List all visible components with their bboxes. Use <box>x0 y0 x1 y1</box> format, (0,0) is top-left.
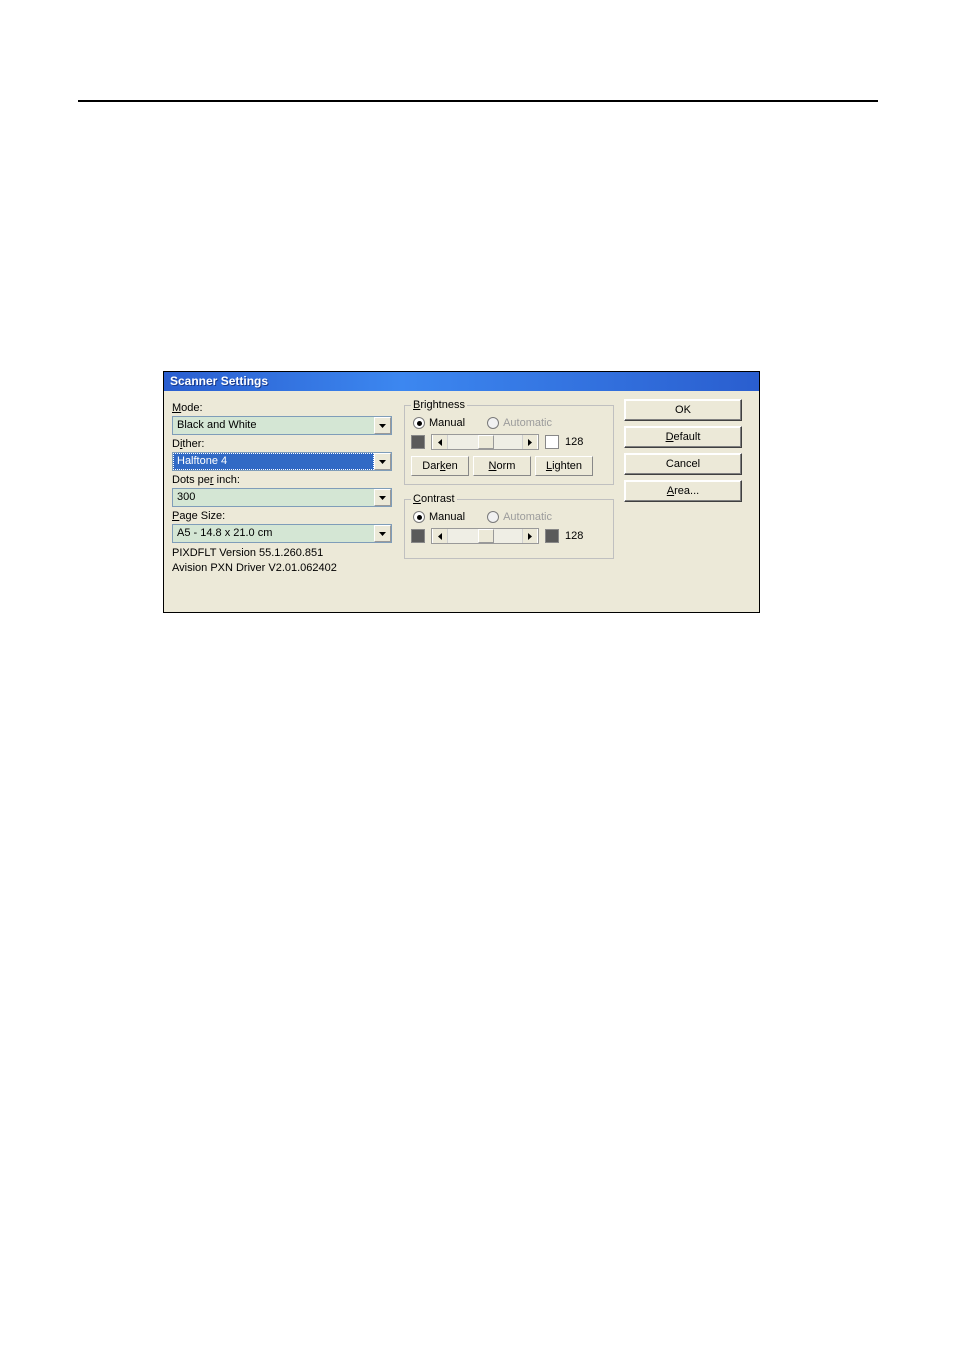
contrast-group: Contrast Manual Automatic <box>404 493 614 559</box>
radio-icon <box>413 511 425 523</box>
dither-combo[interactable]: Halftone 4 <box>172 452 392 471</box>
page-size-value: A5 - 14.8 x 21.0 cm <box>173 525 374 542</box>
dark-swatch-icon <box>411 435 425 449</box>
chevron-down-icon[interactable] <box>374 417 391 434</box>
area-button[interactable]: Area... <box>624 480 742 502</box>
contrast-legend: Contrast <box>411 493 457 505</box>
chevron-down-icon[interactable] <box>374 489 391 506</box>
cancel-button[interactable]: Cancel <box>624 453 742 475</box>
brightness-manual-radio[interactable]: Manual <box>413 417 465 429</box>
ok-button[interactable]: OK <box>624 399 742 421</box>
version-line-1: PIXDFLT Version 55.1.260.851 <box>172 546 394 561</box>
radio-icon <box>487 511 499 523</box>
scroll-left-icon[interactable] <box>432 529 448 543</box>
brightness-legend: Brightness <box>411 399 467 411</box>
brightness-value: 128 <box>565 436 583 448</box>
default-button[interactable]: Default <box>624 426 742 448</box>
contrast-slider-row: 128 <box>411 528 607 544</box>
dpi-label: Dots per inch: <box>172 474 394 486</box>
radio-icon <box>487 417 499 429</box>
page-size-combo[interactable]: A5 - 14.8 x 21.0 cm <box>172 524 392 543</box>
scanner-settings-dialog: Scanner Settings MMode:ode: Black and Wh… <box>163 371 760 613</box>
contrast-slider[interactable] <box>431 528 539 544</box>
darken-button[interactable]: Darken <box>411 456 469 476</box>
contrast-radio-row: Manual Automatic <box>413 511 607 523</box>
window-title: Scanner Settings <box>170 374 268 388</box>
dialog-client-area: MMode:ode: Black and White Dither: Halft… <box>164 391 759 612</box>
middle-column: Brightness Manual Automatic <box>404 399 614 606</box>
slider-track[interactable] <box>448 435 522 449</box>
brightness-button-row: Darken Norm Lighten <box>411 456 607 476</box>
dither-label: Dither: <box>172 438 394 450</box>
dark-swatch-icon <box>411 529 425 543</box>
page-size-label: Page Size: <box>172 510 394 522</box>
dpi-combo[interactable]: 300 <box>172 488 392 507</box>
brightness-group: Brightness Manual Automatic <box>404 399 614 485</box>
scroll-right-icon[interactable] <box>522 529 538 543</box>
dpi-value: 300 <box>173 489 374 506</box>
right-column: OK Default Cancel Area... <box>624 399 751 606</box>
chevron-down-icon[interactable] <box>374 525 391 542</box>
version-info: PIXDFLT Version 55.1.260.851 Avision PXN… <box>172 546 394 576</box>
scroll-left-icon[interactable] <box>432 435 448 449</box>
radio-icon <box>413 417 425 429</box>
brightness-automatic-label: Automatic <box>503 417 552 429</box>
brightness-slider-row: 128 <box>411 434 607 450</box>
brightness-manual-label: Manual <box>429 417 465 429</box>
brightness-automatic-radio: Automatic <box>487 417 552 429</box>
chevron-down-icon[interactable] <box>374 453 391 470</box>
contrast-automatic-label: Automatic <box>503 511 552 523</box>
contrast-automatic-radio: Automatic <box>487 511 552 523</box>
mode-combo[interactable]: Black and White <box>172 416 392 435</box>
contrast-manual-radio[interactable]: Manual <box>413 511 465 523</box>
brightness-radio-row: Manual Automatic <box>413 417 607 429</box>
scroll-right-icon[interactable] <box>522 435 538 449</box>
slider-thumb[interactable] <box>478 435 494 449</box>
slider-track[interactable] <box>448 529 522 543</box>
version-line-2: Avision PXN Driver V2.01.062402 <box>172 561 394 576</box>
dither-value: Halftone 4 <box>173 453 374 470</box>
contrast-value: 128 <box>565 530 583 542</box>
light-swatch-icon <box>545 435 559 449</box>
norm-button[interactable]: Norm <box>473 456 531 476</box>
mode-value: Black and White <box>173 417 374 434</box>
lighten-button[interactable]: Lighten <box>535 456 593 476</box>
mode-label: MMode:ode: <box>172 402 394 414</box>
title-bar: Scanner Settings <box>164 372 759 391</box>
dark-swatch-icon <box>545 529 559 543</box>
contrast-manual-label: Manual <box>429 511 465 523</box>
left-column: MMode:ode: Black and White Dither: Halft… <box>172 399 394 606</box>
brightness-slider[interactable] <box>431 434 539 450</box>
slider-thumb[interactable] <box>478 529 494 543</box>
horizontal-rule <box>78 100 878 102</box>
